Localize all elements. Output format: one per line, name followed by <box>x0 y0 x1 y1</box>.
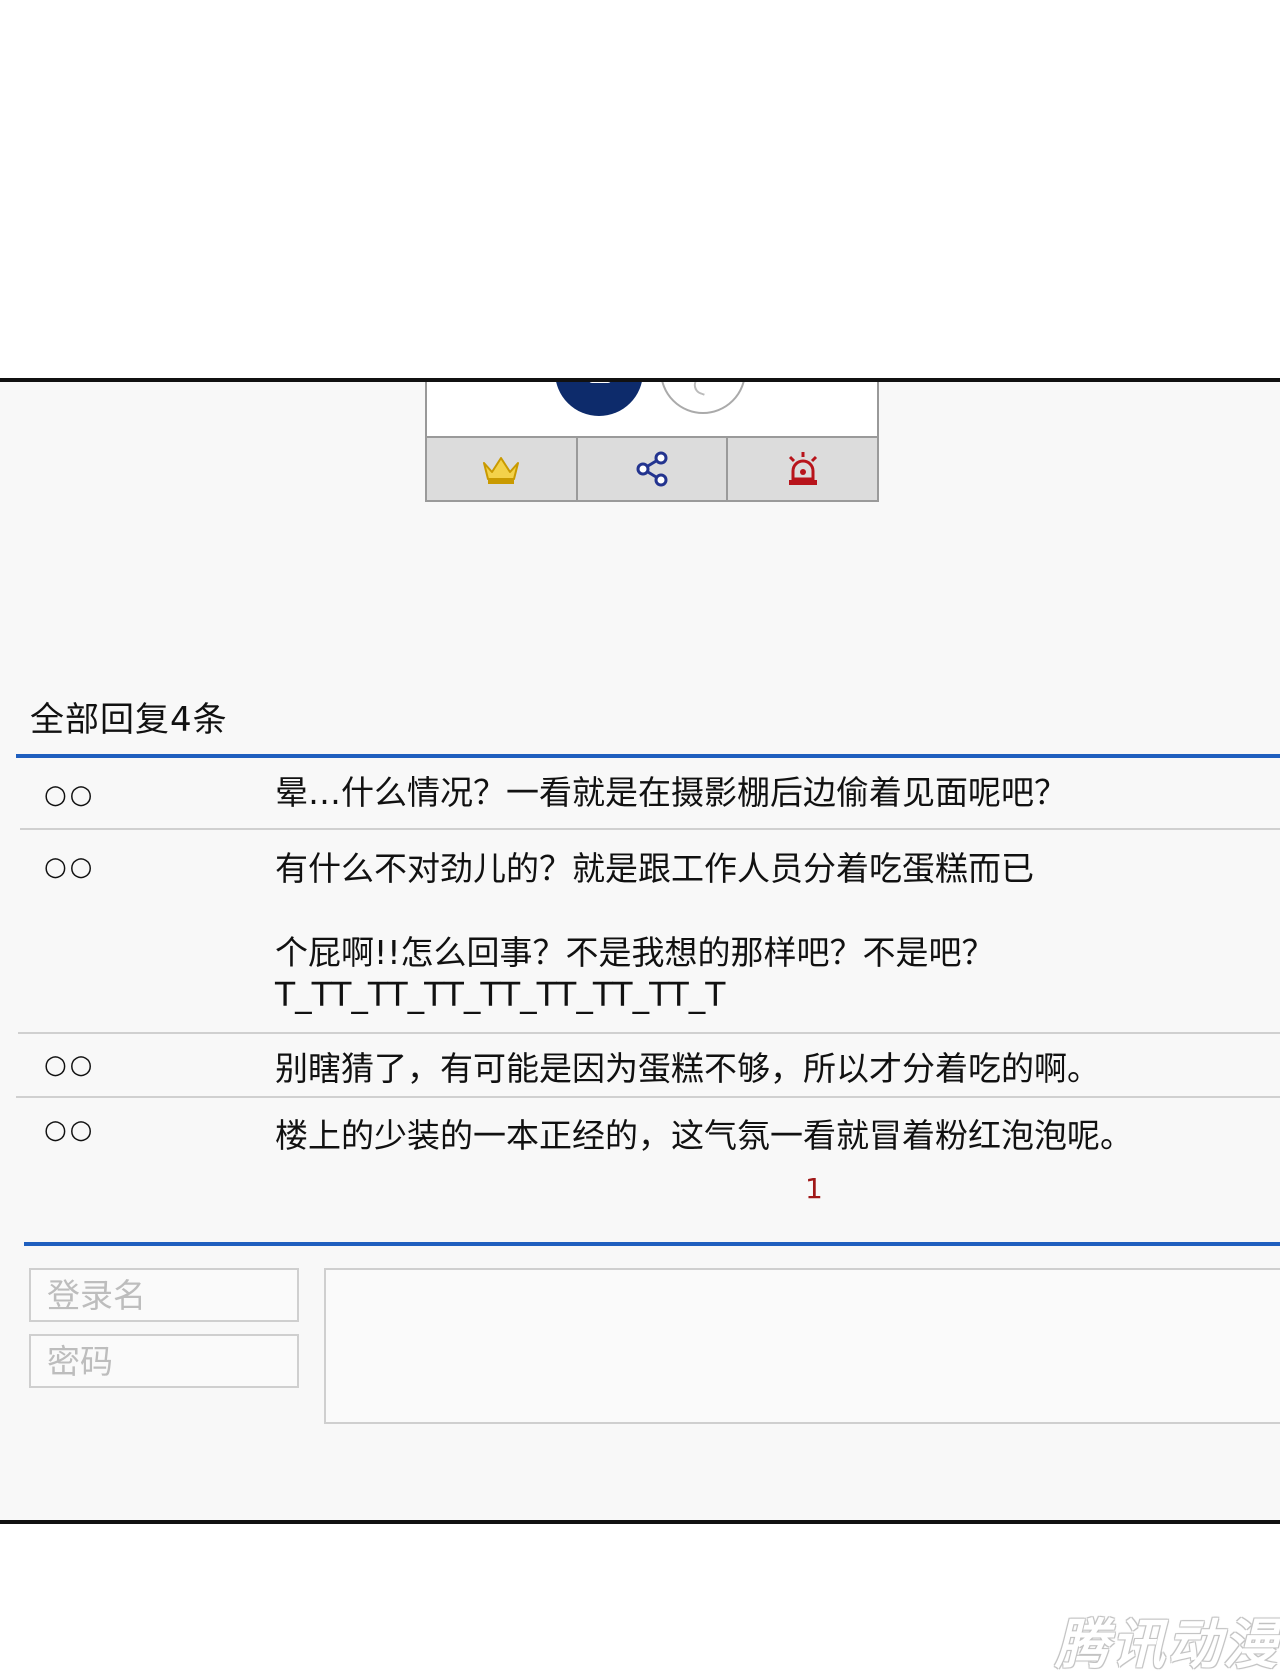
comment-text: 有什么不对劲儿的？就是跟工作人员分着吃蛋糕而已 个屁啊!!怎么回事？不是我想的那… <box>275 849 1034 1014</box>
share-icon <box>636 451 668 487</box>
comment-text: 晕…什么情况？一看就是在摄影棚后边偷着见面呢吧？ <box>275 773 1067 812</box>
action-card <box>425 382 879 502</box>
like-icon[interactable] <box>660 382 746 414</box>
username-input[interactable] <box>29 1268 299 1322</box>
action-card-top <box>425 382 879 436</box>
comment-username[interactable]: ○○ <box>44 780 95 810</box>
comment-text: 楼上的少装的一本正经的，这气氛一看就冒着粉红泡泡呢。 <box>275 1116 1133 1155</box>
comment-panel: 全部回复4条 ○○ 晕…什么情况？一看就是在摄影棚后边偷着见面呢吧？ ○○ 有什… <box>0 378 1280 1524</box>
divider-blue-bottom <box>24 1242 1280 1246</box>
page-number-link[interactable]: 1 <box>805 1172 823 1205</box>
divider <box>20 828 1280 830</box>
comment-textarea[interactable] <box>324 1268 1280 1424</box>
comment-text: 别瞎猜了，有可能是因为蛋糕不够，所以才分着吃的啊。 <box>275 1049 1100 1088</box>
alarm-icon <box>788 452 817 485</box>
divider <box>16 1096 1280 1098</box>
comment-username[interactable]: ○○ <box>44 1050 95 1080</box>
share-button[interactable] <box>578 438 729 500</box>
divider-blue-top <box>16 754 1280 758</box>
action-buttons <box>425 436 879 502</box>
avatar-icon[interactable] <box>555 382 643 416</box>
comment-username[interactable]: ○○ <box>44 852 95 882</box>
crown-icon <box>483 457 520 484</box>
comment-username[interactable]: ○○ <box>44 1115 95 1145</box>
divider <box>18 1032 1280 1034</box>
reply-count-title: 全部回复4条 <box>30 700 228 740</box>
watermark-logo: 腾讯动漫 <box>1055 1613 1279 1676</box>
password-input[interactable] <box>29 1334 299 1388</box>
report-button[interactable] <box>728 438 877 500</box>
vip-button[interactable] <box>427 438 578 500</box>
